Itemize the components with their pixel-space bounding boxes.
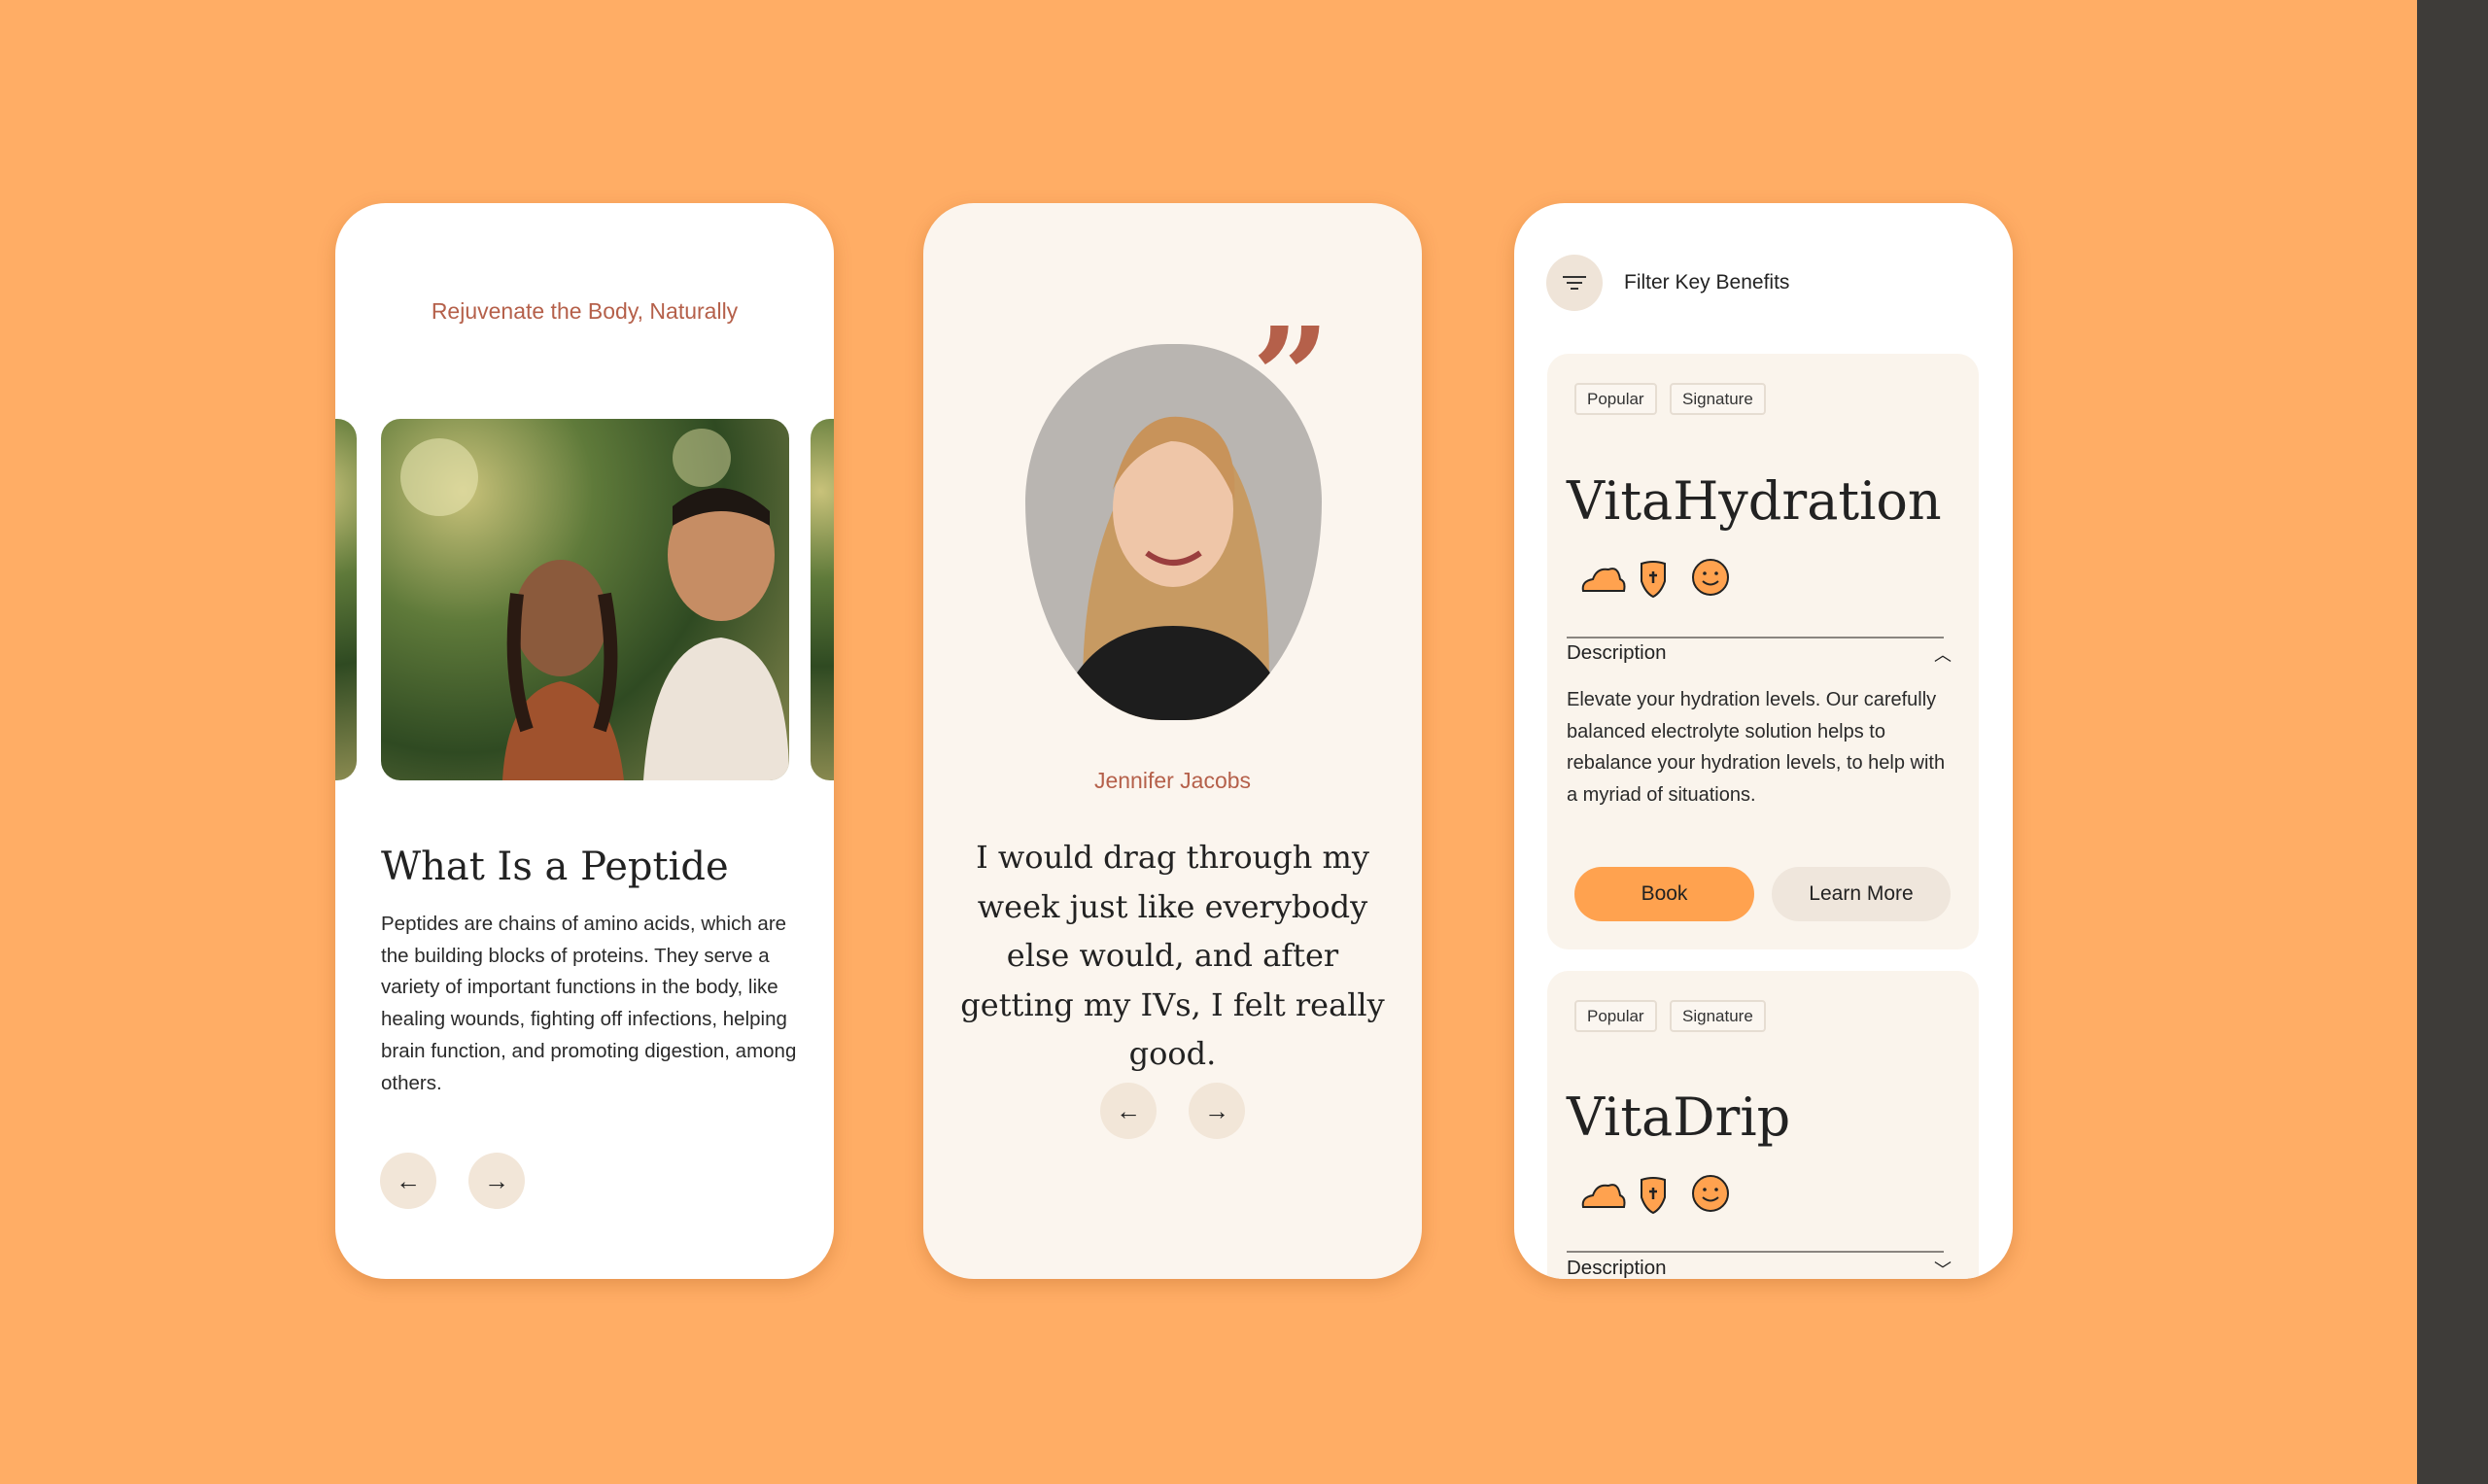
couple-photo-illustration — [400, 429, 789, 780]
benefit-icons — [1581, 1175, 1729, 1215]
carousel-next-image[interactable] — [811, 419, 834, 780]
tag-popular: Popular — [1574, 1000, 1657, 1032]
testimonial-card: ” Jennifer Jacobs I would drag through m… — [923, 203, 1422, 1279]
benefit-icons — [1581, 559, 1729, 599]
prev-button[interactable]: ← — [1100, 1083, 1157, 1139]
filter-label: Filter Key Benefits — [1624, 271, 1790, 293]
shield-plus-icon — [1641, 1177, 1666, 1215]
description-accordion-header[interactable]: Description ﹀ — [1567, 1257, 1952, 1279]
description-accordion-header[interactable]: Description ︿ — [1567, 641, 1952, 676]
smiley-icon — [1692, 1175, 1729, 1212]
key-benefits-card: Filter Key Benefits Popular Signature Vi… — [1514, 203, 2013, 1279]
arrow-left-icon: ← — [396, 1165, 421, 1195]
product-card-vitadrip: Popular Signature VitaDrip Description ﹀ — [1547, 971, 1979, 1279]
peptide-card: Rejuvenate the Body, Naturally What Is a… — [335, 203, 834, 1279]
learn-more-button[interactable]: Learn More — [1772, 867, 1951, 921]
cloud-icon — [1581, 1184, 1626, 1208]
dark-side-panel — [2417, 0, 2488, 1484]
testimonial-name: Jennifer Jacobs — [1093, 768, 1252, 793]
product-description: Elevate your hydration levels. Our caref… — [1567, 689, 1946, 807]
shield-plus-icon — [1641, 561, 1666, 599]
product-name: VitaHydration — [1567, 470, 1942, 532]
smiley-icon — [1692, 559, 1729, 596]
tag-signature: Signature — [1670, 383, 1766, 415]
carousel-prev-image[interactable] — [335, 419, 357, 780]
next-button[interactable]: → — [1189, 1083, 1245, 1139]
arrow-right-icon: → — [1204, 1095, 1229, 1125]
carousel-image-couple — [381, 419, 789, 780]
filter-icon — [1563, 276, 1586, 290]
accordion-label: Description — [1567, 1257, 1667, 1279]
product-card-vitahydration: Popular Signature VitaHydration Descript… — [1547, 354, 1979, 949]
chevron-down-icon: ﹀ — [1934, 1260, 1952, 1279]
chevron-up-icon: ︿ — [1934, 645, 1952, 665]
filter-button[interactable] — [1546, 255, 1603, 311]
tag-popular: Popular — [1574, 383, 1657, 415]
next-button[interactable]: → — [468, 1153, 525, 1209]
arrow-left-icon: ← — [1116, 1095, 1141, 1125]
section-body: Peptides are chains of amino acids, whic… — [381, 913, 797, 1094]
book-button[interactable]: Book — [1574, 867, 1754, 921]
accordion-label: Description — [1567, 641, 1667, 664]
divider — [1567, 1251, 1944, 1253]
tag-signature: Signature — [1670, 1000, 1766, 1032]
prev-button[interactable]: ← — [380, 1153, 436, 1209]
product-name: VitaDrip — [1567, 1087, 1791, 1148]
cloud-icon — [1581, 568, 1626, 592]
arrow-right-icon: → — [484, 1165, 509, 1195]
section-title: What Is a Peptide — [381, 845, 729, 889]
eyebrow-text: Rejuvenate the Body, Naturally — [431, 298, 739, 324]
testimonial-quote: I would drag through my week just like e… — [960, 839, 1385, 1072]
divider — [1567, 637, 1944, 638]
quote-mark-icon: ” — [1252, 298, 1330, 458]
